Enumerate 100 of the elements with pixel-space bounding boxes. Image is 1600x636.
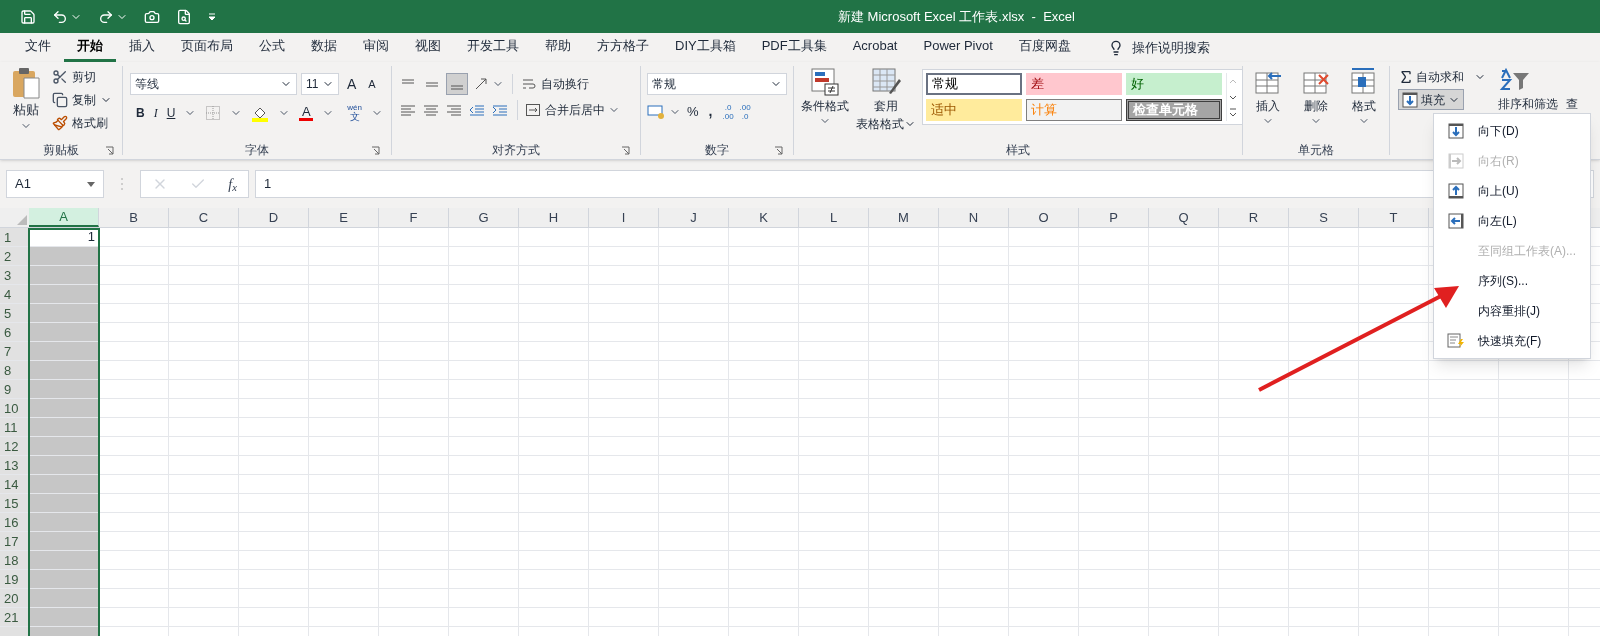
selected-cell[interactable] (29, 361, 99, 379)
ribbon-tab[interactable]: 数据 (298, 33, 350, 62)
merge-cells-icon[interactable] (525, 102, 541, 118)
ribbon-tab[interactable]: 插入 (116, 33, 168, 62)
autosum-button[interactable]: 自动求和 (1398, 68, 1486, 86)
column-header[interactable]: E (309, 208, 379, 227)
print-preview-icon[interactable] (176, 8, 192, 25)
row-header[interactable]: 1 (0, 228, 29, 246)
column-header[interactable]: N (939, 208, 1009, 227)
selected-cell[interactable] (29, 285, 99, 303)
row-header[interactable]: 15 (0, 494, 29, 512)
column-header[interactable]: A (29, 208, 99, 227)
dialog-launcher-icon[interactable] (371, 145, 380, 155)
currency-icon[interactable] (647, 103, 667, 120)
ribbon-tab[interactable]: 文件 (12, 33, 64, 62)
column-header[interactable]: R (1219, 208, 1289, 227)
customize-icon[interactable] (208, 12, 216, 21)
wrap-text-button[interactable]: 自动换行 (521, 75, 589, 93)
selected-cell[interactable] (29, 494, 99, 512)
ribbon-tab[interactable]: Acrobat (839, 33, 911, 62)
ribbon-tab[interactable]: 开发工具 (454, 33, 532, 62)
row-header[interactable]: 10 (0, 399, 29, 417)
selected-cell[interactable] (29, 380, 99, 398)
format-button[interactable]: 格式 (1349, 67, 1379, 127)
selected-cell[interactable] (29, 323, 99, 341)
row-header[interactable]: 21 (0, 608, 29, 626)
selected-cell[interactable] (29, 399, 99, 417)
arrow-up-icon[interactable] (1448, 183, 1464, 199)
dialog-launcher-icon[interactable] (774, 145, 783, 155)
ribbon-tab[interactable]: 视图 (402, 33, 454, 62)
dropdown-arrow-icon[interactable] (87, 181, 95, 187)
column-header[interactable]: O (1009, 208, 1079, 227)
format-painter-button[interactable]: 格式刷 (52, 114, 112, 132)
conditional-format-button[interactable]: 条件格式 (800, 67, 850, 127)
insert-button[interactable]: 插入 (1253, 67, 1283, 127)
menu-item[interactable]: 序列(S)... (1434, 266, 1590, 296)
decrease-decimal-button[interactable]: .00 .0 (739, 102, 751, 121)
selected-cell[interactable] (29, 551, 99, 569)
number-format-field[interactable]: 常规 (647, 73, 787, 95)
row-header[interactable]: 14 (0, 475, 29, 493)
row-header[interactable]: 2 (0, 247, 29, 265)
ribbon-tab[interactable]: 帮助 (532, 33, 584, 62)
column-header[interactable]: Q (1149, 208, 1219, 227)
color-bar-icon[interactable] (299, 118, 314, 121)
selected-cell[interactable] (29, 304, 99, 322)
column-header[interactable]: J (659, 208, 729, 227)
row-header[interactable]: 9 (0, 380, 29, 398)
ribbon-tab[interactable]: PDF工具集 (748, 33, 840, 62)
row-header[interactable]: 16 (0, 513, 29, 531)
decrease-font-button[interactable]: A (364, 75, 380, 93)
selected-cell[interactable] (29, 418, 99, 436)
delete-button[interactable]: 删除 (1301, 67, 1331, 127)
increase-decimal-button[interactable]: .0 .00 (722, 102, 734, 121)
menu-item[interactable]: 快速填充(F) (1434, 326, 1590, 356)
conditional-format-icon[interactable] (810, 67, 840, 97)
arrow-down-icon[interactable] (1402, 91, 1418, 108)
table-format-icon[interactable] (871, 67, 901, 97)
camera-icon[interactable] (144, 8, 160, 25)
row-header[interactable]: 17 (0, 532, 29, 550)
dialog-launcher-icon[interactable] (105, 145, 114, 155)
copy-button[interactable]: 复制 (52, 91, 112, 109)
italic-button[interactable]: I (153, 104, 158, 122)
ribbon-tab[interactable]: Power Pivot (910, 33, 1006, 62)
paste-button[interactable]: 粘贴 (4, 66, 48, 132)
underline-button[interactable]: U (166, 104, 176, 122)
column-header[interactable]: S (1289, 208, 1359, 227)
tell-me-search[interactable]: 操作说明搜索 (1131, 37, 1210, 58)
cell-style-swatch[interactable]: 差 (1026, 73, 1122, 95)
menu-item[interactable]: 向下(D) (1434, 116, 1590, 146)
selected-cell[interactable] (29, 589, 99, 607)
font-name-field[interactable]: 等线 (130, 73, 297, 95)
undo-icon[interactable] (52, 8, 68, 25)
ribbon-tab[interactable]: 审阅 (350, 33, 402, 62)
ribbon-tab[interactable]: 方方格子 (584, 33, 662, 62)
name-box[interactable]: A1 (6, 170, 104, 198)
selected-cell[interactable] (29, 342, 99, 360)
selected-cell[interactable] (29, 475, 99, 493)
column-header[interactable]: L (799, 208, 869, 227)
clipboard-icon[interactable] (11, 66, 41, 100)
column-header[interactable]: C (169, 208, 239, 227)
selected-cell[interactable] (29, 456, 99, 474)
row-header[interactable]: 19 (0, 570, 29, 588)
cut-button[interactable]: 剪切 (52, 68, 112, 86)
fill-button[interactable]: 填充 (1398, 89, 1464, 110)
row-header[interactable]: 5 (0, 304, 29, 322)
ribbon-tab[interactable]: 百度网盘 (1005, 33, 1084, 62)
cell-style-swatch[interactable]: 常规 (926, 73, 1022, 95)
column-header[interactable]: B (99, 208, 169, 227)
column-header[interactable]: D (239, 208, 309, 227)
row-header[interactable]: 6 (0, 323, 29, 341)
sort-filter-icon[interactable] (1498, 68, 1532, 92)
selected-cell[interactable] (29, 247, 99, 265)
phonetic-button[interactable]: wén 文 (347, 104, 363, 122)
wrap-text-icon[interactable] (521, 76, 537, 92)
row-header[interactable]: 8 (0, 361, 29, 379)
column-header[interactable]: F (379, 208, 449, 227)
selected-cell[interactable] (29, 266, 99, 284)
drag-handle-icon[interactable] (118, 177, 126, 191)
sort-filter-label[interactable]: 排序和筛选 (1498, 95, 1558, 113)
row-header[interactable]: 3 (0, 266, 29, 284)
